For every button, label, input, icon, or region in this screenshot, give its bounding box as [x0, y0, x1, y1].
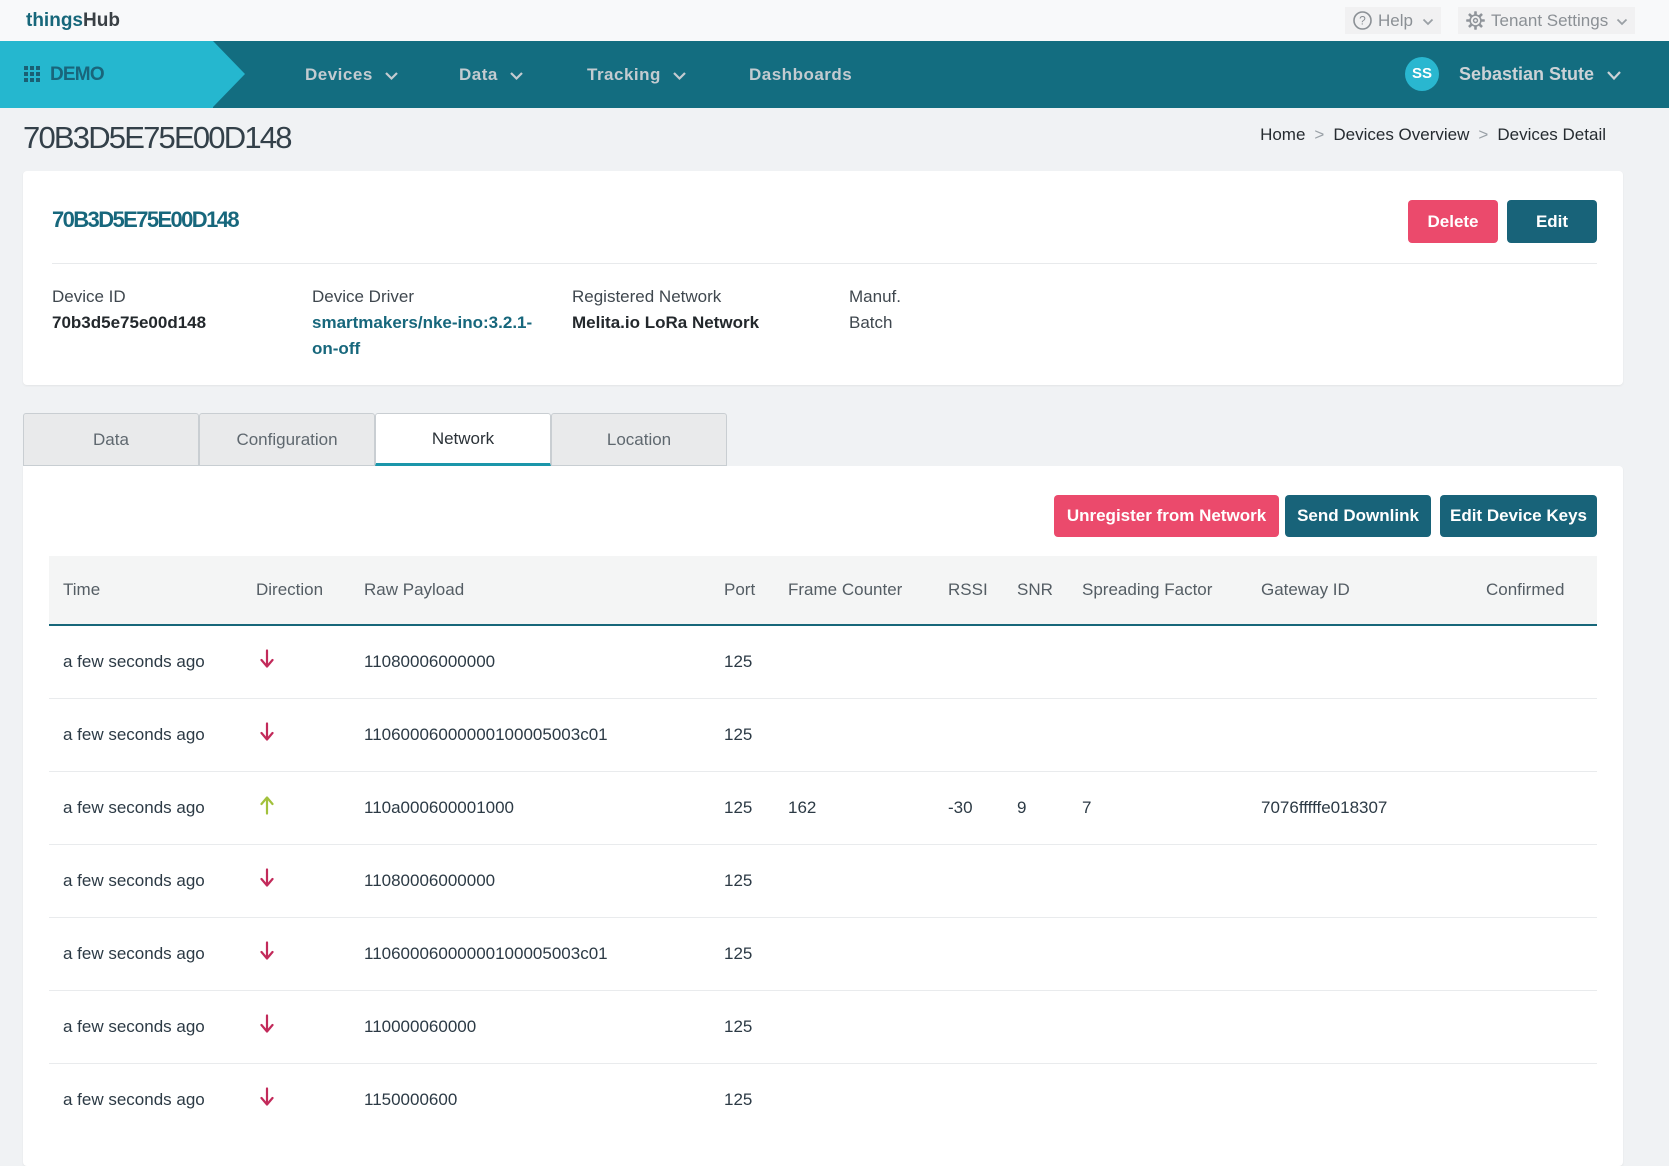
svg-text:?: ? [1359, 14, 1366, 28]
